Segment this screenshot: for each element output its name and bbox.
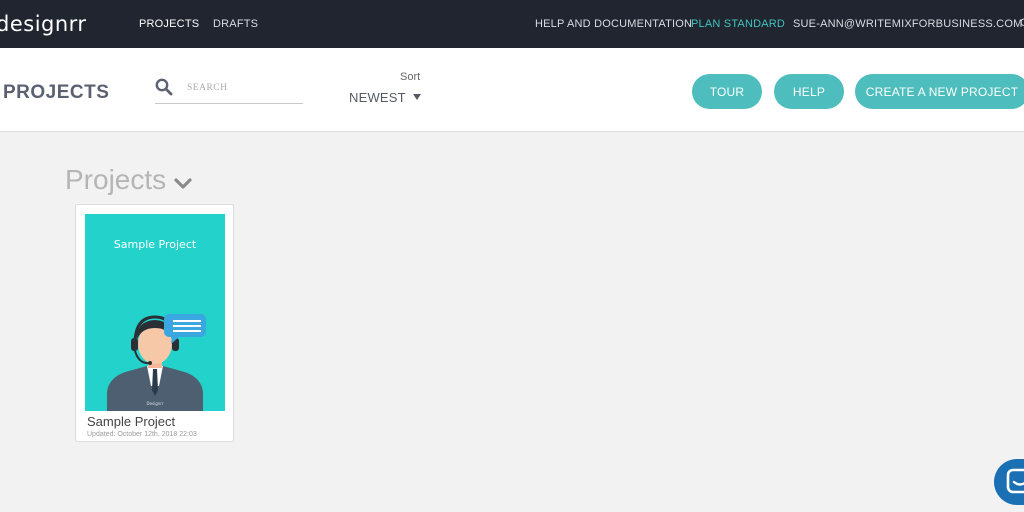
account-email: SUE-ANN@WRITEMIXFORBUSINESS.COM [793, 18, 1023, 30]
account-menu[interactable]: SUE-ANN@WRITEMIXFORBUSINESS.COM [793, 18, 1024, 30]
project-updated: Updated: October 12th, 2018 22:03 [87, 431, 197, 438]
designrr-logo[interactable]: designrr [0, 9, 87, 39]
chat-widget-button[interactable] [994, 459, 1024, 505]
top-navbar: designrr PROJECTS DRAFTS HELP AND DOCUME… [0, 0, 1024, 48]
search-input[interactable] [187, 79, 301, 97]
create-project-button[interactable]: CREATE A NEW PROJECT [855, 74, 1024, 109]
help-button[interactable]: HELP [774, 74, 844, 109]
nav-plan-link[interactable]: PLAN STANDARD [691, 18, 785, 30]
chevron-down-icon [174, 178, 192, 189]
search-box [155, 77, 303, 104]
nav-drafts-link[interactable]: DRAFTS [213, 18, 258, 30]
page-header: PROJECTS Sort NEWEST TOUR HELP CREATE A … [0, 48, 1024, 132]
project-card[interactable]: Sample Project Designrr Sample Project U… [75, 204, 234, 442]
support-agent-illustration: Designrr [107, 314, 206, 411]
sort-selected-value: NEWEST [349, 90, 406, 105]
section-title: Projects [65, 164, 167, 195]
project-thumbnail: Sample Project Designrr [85, 214, 225, 411]
chat-icon [1006, 468, 1024, 494]
tour-button[interactable]: TOUR [692, 74, 762, 109]
thumbnail-caption: Designrr [146, 401, 163, 406]
sort-label: Sort [400, 71, 421, 83]
nav-projects-link[interactable]: PROJECTS [139, 18, 199, 30]
logo-text: designrr [0, 12, 87, 36]
nav-help-docs-link[interactable]: HELP AND DOCUMENTATION [535, 18, 692, 30]
page-title: PROJECTS [3, 82, 110, 103]
projects-section-toggle[interactable]: Projects [65, 164, 192, 196]
caret-down-icon [412, 94, 421, 100]
search-icon[interactable] [155, 78, 173, 96]
project-name: Sample Project [87, 414, 176, 429]
nav-edge-item[interactable]: C [1020, 17, 1024, 29]
sort-dropdown[interactable]: NEWEST [349, 90, 421, 105]
